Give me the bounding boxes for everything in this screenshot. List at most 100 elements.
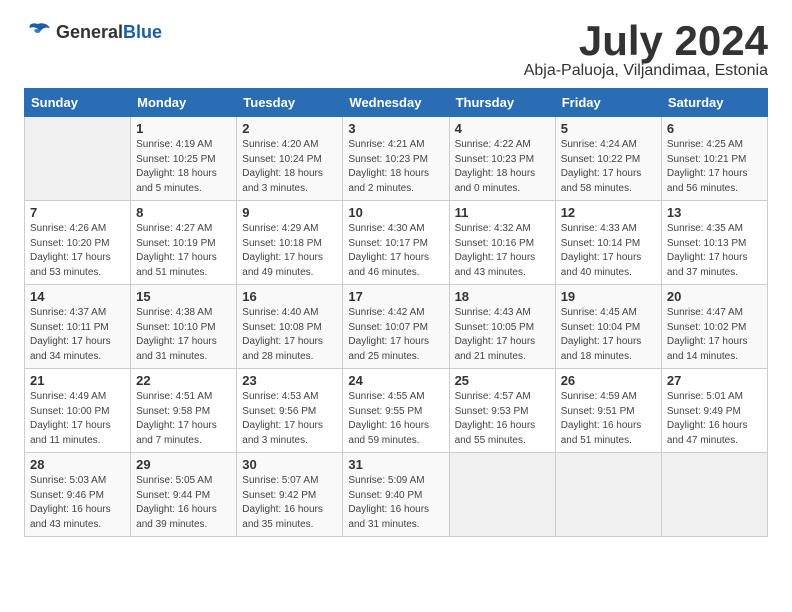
calendar-cell	[661, 453, 767, 537]
logo-text: GeneralBlue	[56, 25, 162, 42]
column-header-tuesday: Tuesday	[237, 89, 343, 117]
day-number: 18	[455, 289, 550, 304]
day-info: Sunrise: 4:51 AM Sunset: 9:58 PM Dayligh…	[136, 390, 231, 448]
column-header-monday: Monday	[131, 89, 237, 117]
calendar-header-row: SundayMondayTuesdayWednesdayThursdayFrid…	[25, 89, 768, 117]
calendar-table: SundayMondayTuesdayWednesdayThursdayFrid…	[24, 88, 768, 537]
day-info: Sunrise: 4:53 AM Sunset: 9:56 PM Dayligh…	[242, 390, 337, 448]
logo: GeneralBlue	[24, 20, 162, 44]
calendar-cell: 28 Sunrise: 5:03 AM Sunset: 9:46 PM Dayli…	[25, 453, 131, 537]
day-info: Sunrise: 4:49 AM Sunset: 10:00 PM Daylig…	[30, 390, 125, 448]
calendar-cell	[25, 117, 131, 201]
day-info: Sunrise: 4:20 AM Sunset: 10:24 PM Daylig…	[242, 138, 337, 196]
column-header-wednesday: Wednesday	[343, 89, 449, 117]
day-number: 15	[136, 289, 231, 304]
calendar-cell	[449, 453, 555, 537]
day-number: 23	[242, 373, 337, 388]
calendar-cell: 10Sunrise: 4:30 AM Sunset: 10:17 PM Dayl…	[343, 201, 449, 285]
column-header-saturday: Saturday	[661, 89, 767, 117]
day-number: 1	[136, 121, 231, 136]
week-row-2: 7 Sunrise: 4:26 AM Sunset: 10:20 PM Dayli…	[25, 201, 768, 285]
calendar-cell: 21 Sunrise: 4:49 AM Sunset: 10:00 PM Dayl…	[25, 369, 131, 453]
day-info: Sunrise: 4:27 AM Sunset: 10:19 PM Daylig…	[136, 222, 231, 280]
calendar-cell: 5 Sunrise: 4:24 AM Sunset: 10:22 PM Dayli…	[555, 117, 661, 201]
day-info: Sunrise: 4:55 AM Sunset: 9:55 PM Dayligh…	[348, 390, 443, 448]
day-info: Sunrise: 5:05 AM Sunset: 9:44 PM Dayligh…	[136, 474, 231, 532]
day-info: Sunrise: 4:22 AM Sunset: 10:23 PM Daylig…	[455, 138, 550, 196]
calendar-cell: 17 Sunrise: 4:42 AM Sunset: 10:07 PM Dayl…	[343, 285, 449, 369]
logo-bird-icon	[24, 20, 52, 44]
day-info: Sunrise: 4:25 AM Sunset: 10:21 PM Daylig…	[667, 138, 762, 196]
calendar-cell: 25Sunrise: 4:57 AM Sunset: 9:53 PM Dayli…	[449, 369, 555, 453]
day-info: Sunrise: 4:38 AM Sunset: 10:10 PM Daylig…	[136, 306, 231, 364]
day-info: Sunrise: 4:24 AM Sunset: 10:22 PM Daylig…	[561, 138, 656, 196]
day-info: Sunrise: 4:45 AM Sunset: 10:04 PM Daylig…	[561, 306, 656, 364]
day-number: 28	[30, 457, 125, 472]
day-number: 31	[348, 457, 443, 472]
calendar-cell: 23 Sunrise: 4:53 AM Sunset: 9:56 PM Dayli…	[237, 369, 343, 453]
calendar-cell: 16 Sunrise: 4:40 AM Sunset: 10:08 PM Dayl…	[237, 285, 343, 369]
calendar-cell: 15 Sunrise: 4:38 AM Sunset: 10:10 PM Dayl…	[131, 285, 237, 369]
column-header-thursday: Thursday	[449, 89, 555, 117]
day-number: 22	[136, 373, 231, 388]
calendar-cell: 4 Sunrise: 4:22 AM Sunset: 10:23 PM Dayli…	[449, 117, 555, 201]
day-info: Sunrise: 4:37 AM Sunset: 10:11 PM Daylig…	[30, 306, 125, 364]
calendar-cell: 19 Sunrise: 4:45 AM Sunset: 10:04 PM Dayl…	[555, 285, 661, 369]
calendar-cell: 24 Sunrise: 4:55 AM Sunset: 9:55 PM Dayli…	[343, 369, 449, 453]
day-number: 21	[30, 373, 125, 388]
calendar-cell: 31 Sunrise: 5:09 AM Sunset: 9:40 PM Dayli…	[343, 453, 449, 537]
week-row-5: 28 Sunrise: 5:03 AM Sunset: 9:46 PM Dayli…	[25, 453, 768, 537]
day-number: 13	[667, 205, 762, 220]
day-number: 27	[667, 373, 762, 388]
calendar-cell: 29 Sunrise: 5:05 AM Sunset: 9:44 PM Dayli…	[131, 453, 237, 537]
day-info: Sunrise: 5:01 AM Sunset: 9:49 PM Dayligh…	[667, 390, 762, 448]
day-info: Sunrise: 4:35 AM Sunset: 10:13 PM Daylig…	[667, 222, 762, 280]
day-number: 6	[667, 121, 762, 136]
day-number: 2	[242, 121, 337, 136]
day-info: Sunrise: 4:26 AM Sunset: 10:20 PM Daylig…	[30, 222, 125, 280]
column-header-sunday: Sunday	[25, 89, 131, 117]
day-number: 24	[348, 373, 443, 388]
calendar-cell: 9Sunrise: 4:29 AM Sunset: 10:18 PM Dayli…	[237, 201, 343, 285]
day-number: 25	[455, 373, 550, 388]
day-number: 12	[561, 205, 656, 220]
day-number: 4	[455, 121, 550, 136]
calendar-cell: 7 Sunrise: 4:26 AM Sunset: 10:20 PM Dayli…	[25, 201, 131, 285]
day-info: Sunrise: 5:07 AM Sunset: 9:42 PM Dayligh…	[242, 474, 337, 532]
day-info: Sunrise: 4:59 AM Sunset: 9:51 PM Dayligh…	[561, 390, 656, 448]
day-number: 5	[561, 121, 656, 136]
day-info: Sunrise: 5:09 AM Sunset: 9:40 PM Dayligh…	[348, 474, 443, 532]
day-info: Sunrise: 4:19 AM Sunset: 10:25 PM Daylig…	[136, 138, 231, 196]
day-number: 7	[30, 205, 125, 220]
week-row-1: 1 Sunrise: 4:19 AM Sunset: 10:25 PM Dayli…	[25, 117, 768, 201]
day-info: Sunrise: 4:42 AM Sunset: 10:07 PM Daylig…	[348, 306, 443, 364]
calendar-cell: 13 Sunrise: 4:35 AM Sunset: 10:13 PM Dayl…	[661, 201, 767, 285]
calendar-cell: 12Sunrise: 4:33 AM Sunset: 10:14 PM Dayl…	[555, 201, 661, 285]
day-number: 17	[348, 289, 443, 304]
day-info: Sunrise: 4:47 AM Sunset: 10:02 PM Daylig…	[667, 306, 762, 364]
calendar-cell: 18Sunrise: 4:43 AM Sunset: 10:05 PM Dayl…	[449, 285, 555, 369]
title-block: July 2024 Abja-Paluoja, Viljandimaa, Est…	[524, 20, 768, 80]
calendar-cell	[555, 453, 661, 537]
day-number: 10	[348, 205, 443, 220]
day-number: 14	[30, 289, 125, 304]
day-info: Sunrise: 5:03 AM Sunset: 9:46 PM Dayligh…	[30, 474, 125, 532]
calendar-cell: 20 Sunrise: 4:47 AM Sunset: 10:02 PM Dayl…	[661, 285, 767, 369]
column-header-friday: Friday	[555, 89, 661, 117]
calendar-cell: 26Sunrise: 4:59 AM Sunset: 9:51 PM Dayli…	[555, 369, 661, 453]
week-row-4: 21 Sunrise: 4:49 AM Sunset: 10:00 PM Dayl…	[25, 369, 768, 453]
day-number: 8	[136, 205, 231, 220]
day-number: 9	[242, 205, 337, 220]
day-number: 20	[667, 289, 762, 304]
calendar-cell: 30Sunrise: 5:07 AM Sunset: 9:42 PM Dayli…	[237, 453, 343, 537]
day-info: Sunrise: 4:32 AM Sunset: 10:16 PM Daylig…	[455, 222, 550, 280]
calendar-cell: 6 Sunrise: 4:25 AM Sunset: 10:21 PM Dayli…	[661, 117, 767, 201]
day-number: 19	[561, 289, 656, 304]
calendar-cell: 11 Sunrise: 4:32 AM Sunset: 10:16 PM Dayl…	[449, 201, 555, 285]
calendar-cell: 14 Sunrise: 4:37 AM Sunset: 10:11 PM Dayl…	[25, 285, 131, 369]
location-subtitle: Abja-Paluoja, Viljandimaa, Estonia	[524, 62, 768, 80]
day-number: 16	[242, 289, 337, 304]
day-number: 11	[455, 205, 550, 220]
day-number: 29	[136, 457, 231, 472]
day-info: Sunrise: 4:40 AM Sunset: 10:08 PM Daylig…	[242, 306, 337, 364]
